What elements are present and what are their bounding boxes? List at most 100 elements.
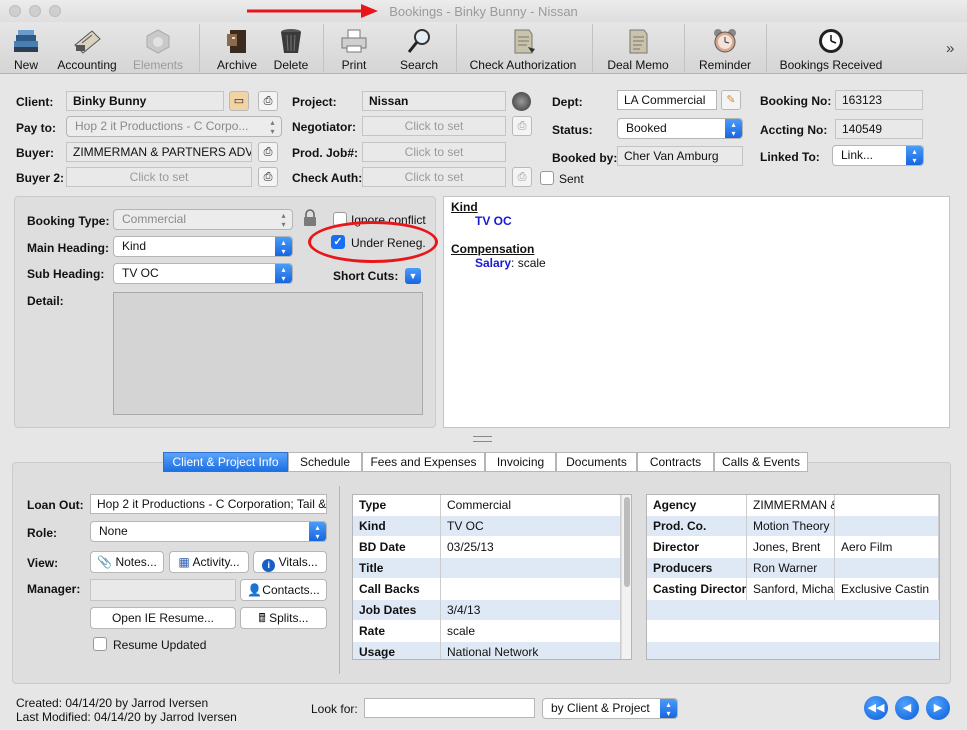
agency-row[interactable]: Producers Ron Warner — [647, 558, 939, 579]
agency-key-cell: Casting Director — [647, 579, 747, 600]
tab-client-project-info[interactable]: Client & Project Info — [163, 452, 288, 472]
dept-pencil-icon[interactable]: ✎ — [721, 90, 741, 110]
toolbar-separator — [199, 24, 200, 72]
splitter-handle[interactable] — [473, 436, 492, 442]
details-row[interactable]: BD Date 03/25/13 — [353, 537, 631, 558]
agency-row[interactable]: Prod. Co. Motion Theory I — [647, 516, 939, 537]
details-row[interactable]: Title — [353, 558, 631, 579]
new-button[interactable]: New — [4, 22, 48, 74]
payto-select[interactable]: Hop 2 it Productions - C Corpo... ▴ ▾ — [66, 116, 282, 137]
sent-checkbox[interactable] — [540, 171, 554, 185]
buyer-print-icon[interactable]: ⎙ — [258, 142, 278, 162]
status-select[interactable]: Booked ▴ ▾ — [617, 118, 743, 139]
delete-button[interactable]: Delete — [268, 22, 314, 74]
main-heading-select[interactable]: Kind ▴ ▾ — [113, 236, 293, 257]
booking-no-label: Booking No: — [760, 94, 832, 108]
client-print-icon[interactable]: ⎙ — [258, 91, 278, 111]
toolbar-overflow-icon[interactable]: » — [946, 40, 954, 57]
tab-contracts[interactable]: Contracts — [637, 452, 714, 472]
buyer2-field[interactable]: Click to set — [66, 167, 252, 187]
details-row[interactable]: Job Dates 3/4/13 — [353, 600, 631, 621]
sent-label: Sent — [559, 172, 584, 186]
splits-icon: 🖩 — [258, 611, 270, 625]
activity-button[interactable]: ▦ Activity... — [169, 551, 249, 573]
magnifier-icon — [407, 29, 430, 53]
tab-invoicing[interactable]: Invoicing — [485, 452, 556, 472]
updown-chevron-icon: ▴ ▾ — [660, 699, 677, 718]
details-row[interactable]: Usage National Network — [353, 642, 631, 659]
reminder-button[interactable]: Reminder — [696, 22, 754, 74]
next-record-icon[interactable]: ▶ — [926, 696, 950, 720]
open-ie-resume-button[interactable]: Open IE Resume... — [90, 607, 236, 629]
contacts-button[interactable]: 👤Contacts... — [240, 579, 327, 601]
elements-label: Elements — [132, 58, 184, 72]
prodjob-field[interactable]: Click to set — [362, 142, 506, 162]
summary-panel — [443, 196, 950, 428]
dept-field[interactable]: LA Commercial — [617, 90, 717, 110]
print-button[interactable]: Print — [332, 22, 376, 74]
accounting-button[interactable]: Accounting — [52, 22, 122, 74]
checkauth-field[interactable]: Click to set — [362, 167, 506, 187]
agency-row[interactable]: Casting Director Sanford, Michae Exclusive… — [647, 579, 939, 600]
client-card-icon[interactable]: ▭ — [229, 91, 249, 111]
vitals-button[interactable]: i Vitals... — [253, 551, 327, 573]
red-circle-annotation — [308, 221, 438, 263]
first-record-icon[interactable]: ◀◀ — [864, 696, 888, 720]
search-mode-select[interactable]: by Client & Project ▴ ▾ — [542, 698, 678, 719]
project-field[interactable]: Nissan — [362, 91, 506, 111]
bookedby-label: Booked by: — [552, 151, 618, 165]
sub-heading-select[interactable]: TV OC ▴ ▾ — [113, 263, 293, 284]
booking-type-select[interactable]: Commercial ▴ ▾ — [113, 209, 293, 230]
tab-schedule[interactable]: Schedule — [288, 452, 362, 472]
checkauth-print-icon[interactable]: ⎙ — [512, 167, 532, 187]
vitals-label: Vitals... — [278, 555, 318, 569]
deal-memo-button[interactable]: Deal Memo — [604, 22, 672, 74]
details-scroll-thumb[interactable] — [624, 497, 630, 587]
check-authorization-button[interactable]: Check Authorization — [466, 22, 580, 74]
loanout-field[interactable]: Hop 2 it Productions - C Corporation; Ta… — [90, 494, 327, 514]
detail-textarea[interactable] — [113, 292, 423, 415]
archive-button[interactable]: Archive — [210, 22, 264, 74]
agency-row[interactable]: Director Jones, Brent Aero Film — [647, 537, 939, 558]
details-row[interactable]: Call Backs — [353, 579, 631, 600]
project-film-reel-icon[interactable] — [512, 92, 531, 111]
accting-no-field: 140549 — [835, 119, 923, 139]
buyer-field[interactable]: ZIMMERMAN & PARTNERS ADV. — [66, 142, 252, 162]
previous-record-icon[interactable]: ◀ — [895, 696, 919, 720]
lock-icon[interactable] — [302, 209, 318, 227]
agency-row[interactable]: Agency ZIMMERMAN & — [647, 495, 939, 516]
splits-button[interactable]: 🖩 Splits... — [240, 607, 327, 629]
client-field[interactable]: Binky Bunny — [66, 91, 224, 111]
resume-updated-checkbox[interactable] — [93, 637, 107, 651]
delete-label: Delete — [273, 58, 309, 72]
summary-kind-value: TV OC — [475, 214, 512, 228]
negotiator-field[interactable]: Click to set — [362, 116, 506, 136]
agency-empty-row — [647, 600, 939, 621]
books-icon — [14, 30, 38, 52]
negotiator-print-icon[interactable]: ⎙ — [512, 116, 532, 136]
status-value: Booked — [626, 121, 667, 135]
search-button[interactable]: Search — [396, 22, 442, 74]
details-row[interactable]: Rate scale — [353, 621, 631, 642]
details-scrollbar[interactable] — [621, 495, 631, 659]
details-row[interactable]: Type Commercial — [353, 495, 631, 516]
agency-empty-row — [647, 642, 939, 659]
search-label: Search — [399, 58, 439, 72]
agency-value-cell: Sanford, Michae — [747, 579, 835, 600]
tab-documents[interactable]: Documents — [556, 452, 637, 472]
bookedby-field[interactable]: Cher Van Amburg — [617, 146, 743, 166]
manager-field[interactable] — [90, 579, 236, 601]
notes-button[interactable]: 📎 Notes... — [90, 551, 164, 573]
shortcuts-dropdown-icon[interactable]: ▼ — [405, 268, 421, 284]
linked-to-select[interactable]: Link... ▴ ▾ — [832, 145, 924, 166]
bookings-received-button[interactable]: Bookings Received — [778, 22, 884, 74]
tab-calls-events[interactable]: Calls & Events — [714, 452, 808, 472]
buyer2-print-icon[interactable]: ⎙ — [258, 167, 278, 187]
role-select[interactable]: None ▴ ▾ — [90, 521, 327, 542]
activity-label: Activity... — [192, 555, 240, 569]
buyer-label: Buyer: — [16, 146, 55, 160]
tab-fees-and-expenses[interactable]: Fees and Expenses — [362, 452, 485, 472]
look-for-input[interactable] — [364, 698, 535, 718]
elements-button[interactable]: Elements — [128, 22, 188, 74]
details-row[interactable]: Kind TV OC — [353, 516, 631, 537]
